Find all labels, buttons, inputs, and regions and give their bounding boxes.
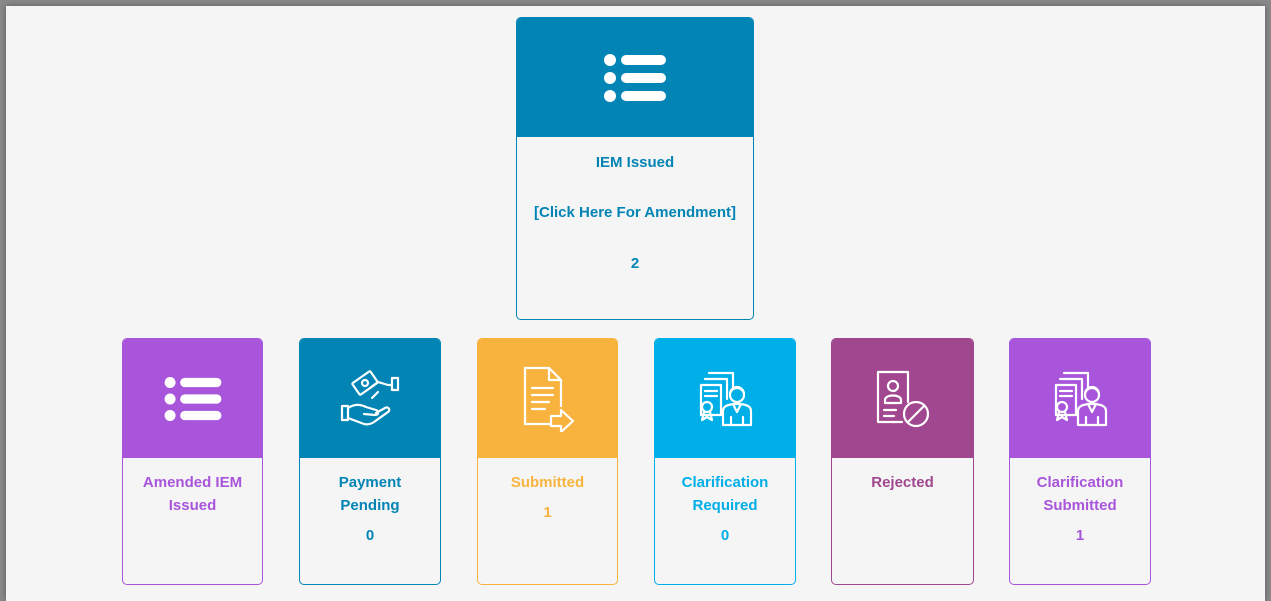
clarification-required-card[interactable]: Clarification Required 0 <box>654 338 796 585</box>
payment-pending-card-header <box>300 339 440 458</box>
amended-iem-title-line1: Amended IEM <box>142 474 243 491</box>
clarification-submitted-card[interactable]: Clarification Submitted 1 <box>1009 338 1151 585</box>
amendment-link[interactable]: [Click Here For Amendment] <box>517 203 753 223</box>
submitted-card-header <box>478 339 617 458</box>
clarification-submitted-title-line2: Submitted <box>1043 497 1117 514</box>
payment-pending-title-line2: Pending <box>340 497 400 514</box>
handshake-money-icon <box>340 369 400 428</box>
rejected-card-header <box>832 339 973 458</box>
rejected-document-icon <box>874 368 932 430</box>
list-icon <box>164 376 222 421</box>
certificate-person-icon <box>1050 369 1110 429</box>
clarification-required-count: 0 <box>720 527 730 544</box>
submitted-count: 1 <box>543 504 552 521</box>
list-icon <box>604 53 666 102</box>
iem-issued-card[interactable]: IEM Issued [Click Here For Amendment] 2 <box>516 17 754 320</box>
clarification-submitted-title-line1: Clarification <box>1036 474 1124 491</box>
dashboard-panel: IEM Issued [Click Here For Amendment] 2 … <box>6 6 1265 601</box>
iem-issued-card-header <box>517 18 753 137</box>
clarification-submitted-count: 1 <box>1075 527 1085 544</box>
submitted-card[interactable]: Submitted 1 <box>477 338 618 585</box>
submitted-title-line1: Submitted <box>510 474 585 491</box>
clarification-required-title-line2: Required <box>692 497 758 514</box>
certificate-person-icon <box>695 369 755 429</box>
iem-issued-title: IEM Issued <box>595 154 675 171</box>
payment-pending-title-line1: Payment <box>338 474 402 491</box>
rejected-title-line1: Rejected <box>871 474 934 491</box>
amended-iem-issued-card[interactable]: Amended IEM Issued <box>122 338 263 585</box>
document-submit-icon <box>521 366 575 432</box>
clarification-required-card-header <box>655 339 795 458</box>
rejected-card[interactable]: Rejected <box>831 338 974 585</box>
payment-pending-count: 0 <box>365 527 375 544</box>
clarification-submitted-card-header <box>1010 339 1150 458</box>
payment-pending-card[interactable]: Payment Pending 0 <box>299 338 441 585</box>
amended-iem-title-line2: Issued <box>168 497 217 514</box>
clarification-required-title-line1: Clarification <box>681 474 769 491</box>
amended-iem-card-header <box>123 339 262 458</box>
iem-issued-count: 2 <box>630 255 640 272</box>
